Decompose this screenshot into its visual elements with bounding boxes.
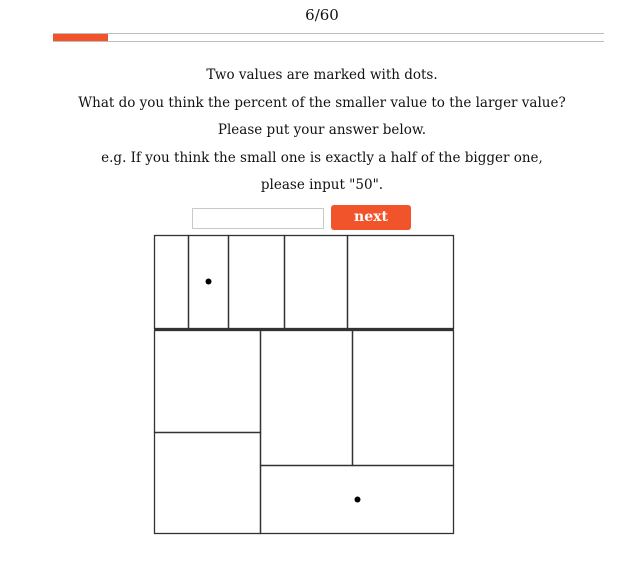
- treemap-cell: [351, 329, 455, 467]
- marker-dot: [354, 496, 361, 503]
- treemap-cell: [283, 234, 349, 330]
- treemap-cell: [227, 234, 286, 330]
- treemap-cell: [346, 234, 455, 330]
- treemap-cell: [153, 234, 190, 330]
- treemap-cell: [259, 329, 354, 467]
- treemap-chart: [153, 234, 455, 535]
- marker-dot: [205, 278, 212, 285]
- treemap-cell: [153, 329, 262, 434]
- treemap-cell: [153, 431, 262, 535]
